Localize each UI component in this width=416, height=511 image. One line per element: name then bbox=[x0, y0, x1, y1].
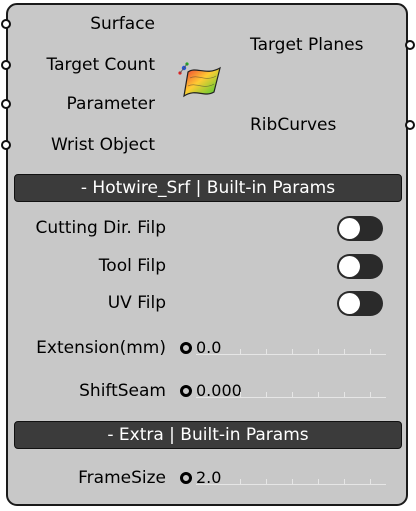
slider-handle[interactable] bbox=[180, 385, 192, 397]
toggle-knob bbox=[339, 218, 360, 239]
input-label-target-count: Target Count bbox=[46, 55, 155, 75]
output-grip-ribcurves[interactable] bbox=[405, 120, 415, 130]
slider-handle[interactable] bbox=[180, 342, 192, 354]
slider-rail bbox=[196, 484, 386, 485]
toggle-knob bbox=[339, 256, 360, 277]
slider-extension[interactable]: 0.0 bbox=[180, 338, 390, 358]
input-label-wrist-object: Wrist Object bbox=[50, 135, 155, 155]
input-label-parameter: Parameter bbox=[66, 94, 155, 114]
slider-value-shiftseam: 0.000 bbox=[196, 381, 242, 400]
toggle-tool-flip[interactable] bbox=[337, 254, 383, 279]
slider-shiftseam[interactable]: 0.000 bbox=[180, 381, 390, 401]
slider-tick bbox=[318, 392, 319, 397]
output-label-target-planes: Target Planes bbox=[250, 35, 364, 55]
slider-rail bbox=[196, 354, 386, 355]
slider-value-extension: 0.0 bbox=[196, 338, 222, 357]
slider-tick bbox=[292, 392, 293, 397]
slider-tick bbox=[370, 479, 371, 484]
input-grip-target-count[interactable] bbox=[1, 60, 11, 70]
slider-value-framesize: 2.0 bbox=[196, 468, 222, 487]
surface-ribbon-icon bbox=[178, 62, 221, 98]
slider-tick bbox=[370, 349, 371, 354]
slider-tick bbox=[240, 349, 241, 354]
toggle-label-uv-flip: UV Filp bbox=[107, 293, 166, 313]
toggle-label-tool-flip: Tool Filp bbox=[98, 256, 166, 276]
slider-tick bbox=[344, 349, 345, 354]
slider-tick bbox=[240, 392, 241, 397]
slider-tick bbox=[266, 479, 267, 484]
section-header-builtin-params[interactable]: - Hotwire_Srf | Built-in Params bbox=[14, 174, 402, 202]
slider-framesize[interactable]: 2.0 bbox=[180, 468, 390, 488]
slider-tick bbox=[292, 349, 293, 354]
slider-tick bbox=[370, 392, 371, 397]
slider-tick bbox=[344, 392, 345, 397]
output-label-ribcurves: RibCurves bbox=[250, 115, 337, 135]
toggle-knob bbox=[339, 293, 360, 314]
slider-tick bbox=[318, 479, 319, 484]
input-grip-wrist-object[interactable] bbox=[1, 140, 11, 150]
slider-tick bbox=[240, 479, 241, 484]
input-grip-surface[interactable] bbox=[1, 19, 11, 29]
input-grip-parameter[interactable] bbox=[1, 99, 11, 109]
input-label-surface: Surface bbox=[90, 14, 155, 34]
slider-tick bbox=[292, 479, 293, 484]
slider-label-shiftseam: ShiftSeam bbox=[79, 381, 166, 401]
slider-tick bbox=[318, 349, 319, 354]
toggle-cutting-dir-flip[interactable] bbox=[337, 216, 383, 241]
toggle-label-cutting-dir: Cutting Dir. Filp bbox=[35, 218, 167, 238]
toggle-uv-flip[interactable] bbox=[337, 291, 383, 316]
slider-handle[interactable] bbox=[180, 472, 192, 484]
output-grip-target-planes[interactable] bbox=[405, 40, 415, 50]
slider-tick bbox=[266, 349, 267, 354]
section-header-extra-params[interactable]: - Extra | Built-in Params bbox=[14, 421, 402, 449]
slider-tick bbox=[344, 479, 345, 484]
slider-label-extension: Extension(mm) bbox=[36, 338, 166, 358]
slider-label-framesize: FrameSize bbox=[78, 468, 166, 488]
slider-tick bbox=[266, 392, 267, 397]
